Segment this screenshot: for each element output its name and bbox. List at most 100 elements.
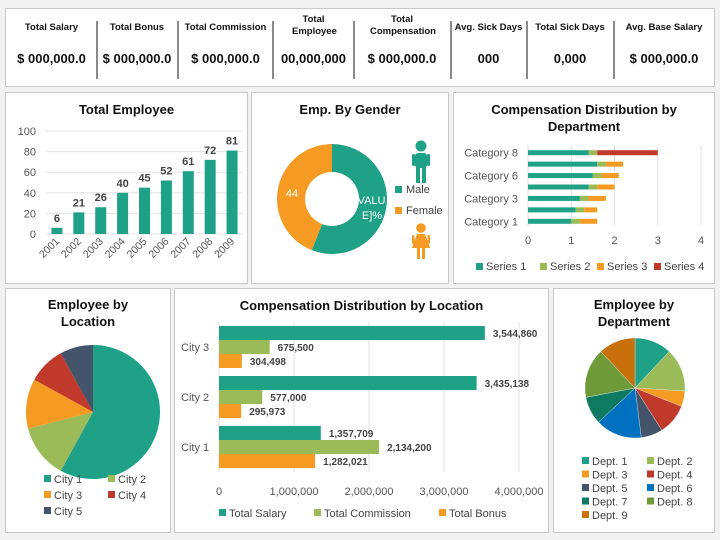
- x-tick-label: 1: [568, 235, 574, 247]
- bar: [219, 390, 263, 404]
- legend-label: City 3: [54, 490, 82, 502]
- kpi-label: Avg. Base Salary: [625, 22, 703, 33]
- legend-label: Dept. 8: [657, 497, 692, 509]
- emp-by-location-panel: Employee by Location City 1 City 2 City 3C…: [5, 288, 171, 533]
- bar-segment: [528, 195, 580, 201]
- comp-by-department-panel: Compensation Distribution by Department …: [453, 92, 715, 284]
- bar: [95, 207, 107, 234]
- emp-by-location-chart: City 1 City 2 City 3 City 4 City 5: [26, 345, 160, 518]
- bar-segment: [584, 207, 598, 213]
- kpi-value: $ 000,000.0: [629, 51, 699, 66]
- legend-swatch: [582, 484, 589, 491]
- legend-swatch: [582, 497, 589, 505]
- data-label: 52: [160, 165, 172, 177]
- x-tick-label: 2002: [59, 236, 84, 261]
- data-label: 44: [286, 188, 298, 200]
- x-tick-label: 2008: [190, 236, 215, 261]
- data-label: 1,282,021: [323, 457, 368, 468]
- bar-segment: [579, 195, 589, 201]
- legend-swatch: [44, 507, 51, 514]
- data-label: 2,134,200: [387, 443, 432, 454]
- y-tick-label: Category 1: [464, 216, 518, 228]
- legend-label: Total Commission: [324, 508, 411, 520]
- bar-segment: [528, 173, 593, 179]
- x-tick-label: 3,000,000: [420, 486, 469, 498]
- kpi-label: Avg. Sick Days: [454, 22, 523, 33]
- kpi-label: Total Sick Days: [535, 22, 605, 33]
- bar-segment: [597, 184, 615, 190]
- y-tick-label: 80: [24, 147, 36, 159]
- bar: [219, 326, 485, 340]
- bar: [73, 212, 85, 234]
- bar: [51, 227, 63, 234]
- legend-label: City 1: [54, 474, 82, 486]
- legend-swatch: [439, 509, 446, 516]
- y-tick-label: 60: [24, 167, 36, 179]
- legend-label: Dept. 2: [657, 456, 692, 468]
- legend-label: Series 1: [486, 261, 526, 273]
- bar-segment: [528, 207, 576, 213]
- data-label: 304,498: [250, 357, 287, 368]
- total-employee-chart: 0 20 40 60 80 100 6 2001 21 2002 26 2003 40 2004 45 200…: [18, 126, 243, 261]
- data-label: 61: [182, 156, 194, 168]
- x-tick-label: 2003: [81, 236, 106, 261]
- kpi-value: $ 000,000.0: [367, 51, 437, 66]
- bar-segment: [588, 195, 606, 201]
- kpi-label: Total Bonus: [109, 22, 165, 33]
- bar-segment: [528, 184, 589, 190]
- bar: [226, 150, 238, 234]
- bar-segment: [579, 218, 598, 224]
- bar: [117, 192, 129, 234]
- y-tick-label: Category 3: [464, 193, 518, 205]
- legend-swatch: [647, 457, 654, 464]
- legend-swatch: [108, 475, 115, 482]
- bar: [219, 440, 380, 454]
- bar: [219, 404, 242, 418]
- x-tick-label: 1,000,000: [270, 486, 319, 498]
- bar: [160, 180, 172, 234]
- bar: [219, 340, 270, 354]
- x-tick-label: 2006: [147, 236, 172, 261]
- legend-label: Female: [406, 205, 443, 217]
- legend-swatch: [44, 475, 51, 482]
- legend-swatch: [582, 457, 589, 464]
- legend-swatch: [647, 484, 654, 491]
- y-tick-label: 100: [18, 126, 36, 138]
- data-label: 3,544,860: [493, 329, 538, 340]
- legend-label: Dept. 3: [592, 470, 627, 482]
- legend-swatch: [395, 207, 402, 214]
- y-tick-label: 0: [30, 229, 36, 241]
- legend-swatch: [44, 491, 51, 498]
- legend-swatch: [219, 509, 226, 516]
- y-tick-label: City 3: [181, 342, 209, 354]
- data-label: 72: [204, 145, 216, 157]
- legend-swatch: [582, 470, 589, 478]
- x-tick-label: 3: [655, 235, 661, 247]
- kpi-label: Total Commission: [184, 22, 267, 33]
- bar-segment: [528, 218, 572, 224]
- kpi-total-employee: Total Employee 00,000,000: [274, 9, 353, 88]
- data-label: 6: [54, 213, 60, 225]
- data-label: 40: [116, 178, 128, 190]
- legend-swatch: [540, 263, 547, 270]
- x-tick-label: 4,000,000: [495, 486, 544, 498]
- data-label: 295,973: [249, 407, 286, 418]
- bar-segment: [588, 150, 598, 156]
- bar-segment: [528, 161, 598, 167]
- data-label: 3,435,138: [485, 379, 530, 390]
- kpi-value: $ 000,000.0: [191, 51, 260, 66]
- kpi-avg-sick-days: Avg. Sick Days 000: [451, 9, 526, 88]
- male-figure-icon: [412, 140, 430, 183]
- legend-label: Dept. 1: [592, 456, 627, 468]
- bar-segment: [588, 184, 598, 190]
- legend-label: Total Bonus: [449, 508, 507, 520]
- y-tick-label: Category 8: [464, 148, 518, 160]
- legend-swatch: [582, 511, 589, 518]
- kpi-label: Total Salary: [24, 22, 79, 33]
- kpi-total-salary: Total Salary $ 000,000.0: [6, 9, 97, 88]
- legend-label: Dept. 7: [592, 497, 627, 509]
- data-label: 26: [95, 192, 107, 204]
- bar: [139, 187, 150, 234]
- bar: [182, 171, 194, 234]
- legend-label: Series 3: [607, 261, 647, 273]
